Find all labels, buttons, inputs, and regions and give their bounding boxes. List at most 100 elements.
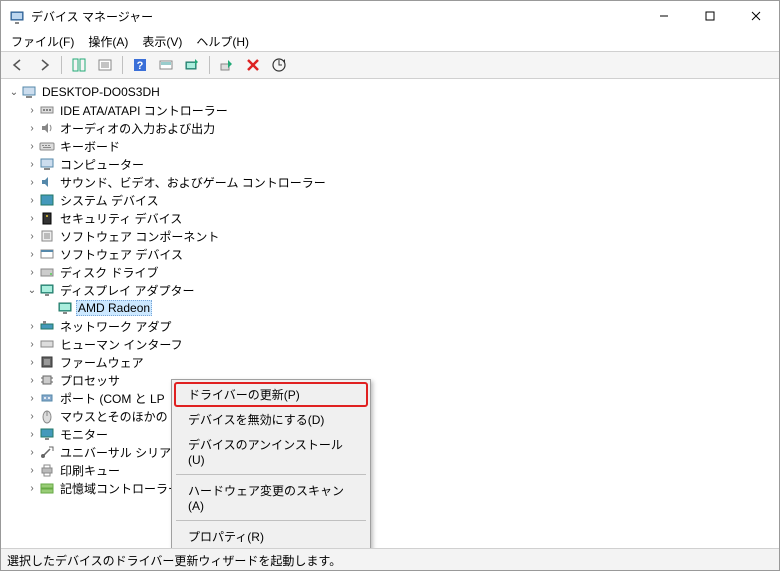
menu-view[interactable]: 表示(V) xyxy=(136,31,188,52)
scan-hardware-button[interactable] xyxy=(267,54,291,76)
chevron-right-icon[interactable]: › xyxy=(25,157,39,171)
window-title: デバイス マネージャー xyxy=(31,8,641,25)
audio-icon xyxy=(39,120,55,136)
minimize-button[interactable] xyxy=(641,1,687,31)
software-icon xyxy=(39,246,55,262)
svg-text:?: ? xyxy=(137,60,144,72)
chevron-right-icon[interactable]: › xyxy=(25,355,39,369)
display-icon xyxy=(57,300,73,316)
chevron-right-icon[interactable]: › xyxy=(25,319,39,333)
tree-item[interactable]: ›ユニバーサル シリアル バス コントローラー xyxy=(3,443,777,461)
chevron-down-icon[interactable]: ⌄ xyxy=(7,85,21,99)
chevron-right-icon[interactable]: › xyxy=(25,175,39,189)
window-controls xyxy=(641,1,779,31)
chevron-right-icon[interactable]: › xyxy=(25,265,39,279)
chevron-right-icon[interactable]: › xyxy=(25,229,39,243)
selected-device-label: AMD Radeon xyxy=(76,300,152,316)
chevron-right-icon[interactable]: › xyxy=(25,247,39,261)
chevron-right-icon[interactable]: › xyxy=(25,193,39,207)
cpu-icon xyxy=(39,372,55,388)
chevron-right-icon[interactable]: › xyxy=(25,463,39,477)
monitor-icon xyxy=(39,426,55,442)
chevron-right-icon[interactable]: › xyxy=(25,391,39,405)
chevron-down-icon[interactable]: ⌄ xyxy=(25,283,39,297)
chevron-right-icon[interactable]: › xyxy=(25,139,39,153)
chevron-right-icon[interactable]: › xyxy=(25,427,39,441)
separator xyxy=(122,56,123,74)
tree-item[interactable]: ›ヒューマン インターフ xyxy=(3,335,777,353)
forward-button[interactable] xyxy=(32,54,56,76)
chevron-right-icon[interactable]: › xyxy=(25,103,39,117)
tree-item[interactable]: ›マウスとそのほかの xyxy=(3,407,777,425)
computer-icon xyxy=(21,84,37,100)
root-label: DESKTOP-DO0S3DH xyxy=(40,85,162,99)
display-icon xyxy=(39,282,55,298)
chevron-right-icon[interactable]: › xyxy=(25,409,39,423)
hid-icon xyxy=(39,336,55,352)
ctx-uninstall-device[interactable]: デバイスのアンインストール(U) xyxy=(174,432,368,471)
tree-item[interactable]: ›プロセッサ xyxy=(3,371,777,389)
menu-action[interactable]: 操作(A) xyxy=(82,31,134,52)
tree-item[interactable]: ›ネットワーク アダプ xyxy=(3,317,777,335)
tree-item[interactable]: ›印刷キュー xyxy=(3,461,777,479)
statusbar: 選択したデバイスのドライバー更新ウィザードを起動します。 xyxy=(1,548,779,570)
chevron-right-icon[interactable]: › xyxy=(25,373,39,387)
enable-device-button[interactable] xyxy=(215,54,239,76)
uninstall-button[interactable] xyxy=(241,54,265,76)
device-tree[interactable]: ⌄ DESKTOP-DO0S3DH ›IDE ATA/ATAPI コントローラー… xyxy=(1,79,779,549)
tree-item[interactable]: ›記憶域コントローラー xyxy=(3,479,777,497)
app-icon xyxy=(9,8,25,24)
maximize-button[interactable] xyxy=(687,1,733,31)
chevron-right-icon[interactable]: › xyxy=(25,445,39,459)
tree-item[interactable]: ›モニター xyxy=(3,425,777,443)
tree-item[interactable]: ›ソフトウェア コンポーネント xyxy=(3,227,777,245)
ctx-scan-hardware[interactable]: ハードウェア変更のスキャン(A) xyxy=(174,478,368,517)
back-button[interactable] xyxy=(6,54,30,76)
keyboard-icon xyxy=(39,138,55,154)
tree-item-selected[interactable]: ›AMD Radeon xyxy=(3,299,777,317)
tree-item[interactable]: ›ソフトウェア デバイス xyxy=(3,245,777,263)
storage-icon xyxy=(39,480,55,496)
system-icon xyxy=(39,192,55,208)
computer-icon xyxy=(39,156,55,172)
tree-item[interactable]: ›オーディオの入力および出力 xyxy=(3,119,777,137)
separator xyxy=(176,520,366,521)
chevron-right-icon[interactable]: › xyxy=(25,337,39,351)
tree-item[interactable]: ›ポート (COM と LP xyxy=(3,389,777,407)
tree-item[interactable]: ›システム デバイス xyxy=(3,191,777,209)
security-icon xyxy=(39,210,55,226)
tree-root[interactable]: ⌄ DESKTOP-DO0S3DH xyxy=(3,83,777,101)
network-icon xyxy=(39,318,55,334)
titlebar: デバイス マネージャー xyxy=(1,1,779,31)
menu-help[interactable]: ヘルプ(H) xyxy=(190,31,255,52)
menu-file[interactable]: ファイル(F) xyxy=(5,31,80,52)
properties-button[interactable] xyxy=(93,54,117,76)
action-icon-1[interactable] xyxy=(154,54,178,76)
ctx-update-driver[interactable]: ドライバーの更新(P) xyxy=(174,382,368,407)
tree-item[interactable]: ›IDE ATA/ATAPI コントローラー xyxy=(3,101,777,119)
tree-item[interactable]: ›セキュリティ デバイス xyxy=(3,209,777,227)
controller-icon xyxy=(39,102,55,118)
chevron-right-icon[interactable]: › xyxy=(25,121,39,135)
tree-item[interactable]: ›コンピューター xyxy=(3,155,777,173)
tree-item[interactable]: ›サウンド、ビデオ、およびゲーム コントローラー xyxy=(3,173,777,191)
mouse-icon xyxy=(39,408,55,424)
update-driver-button[interactable] xyxy=(180,54,204,76)
ctx-disable-device[interactable]: デバイスを無効にする(D) xyxy=(174,407,368,432)
tree-item-display-adapters[interactable]: ⌄ディスプレイ アダプター xyxy=(3,281,777,299)
firmware-icon xyxy=(39,354,55,370)
ctx-properties[interactable]: プロパティ(R) xyxy=(174,524,368,549)
separator xyxy=(61,56,62,74)
chevron-right-icon[interactable]: › xyxy=(25,211,39,225)
separator xyxy=(209,56,210,74)
help-icon[interactable]: ? xyxy=(128,54,152,76)
tree-item[interactable]: ›ファームウェア xyxy=(3,353,777,371)
port-icon xyxy=(39,390,55,406)
tree-item[interactable]: ›キーボード xyxy=(3,137,777,155)
toolbar: ? xyxy=(1,51,779,79)
show-hide-tree-button[interactable] xyxy=(67,54,91,76)
chevron-right-icon[interactable]: › xyxy=(25,481,39,495)
menubar: ファイル(F) 操作(A) 表示(V) ヘルプ(H) xyxy=(1,31,779,51)
tree-item[interactable]: ›ディスク ドライブ xyxy=(3,263,777,281)
close-button[interactable] xyxy=(733,1,779,31)
